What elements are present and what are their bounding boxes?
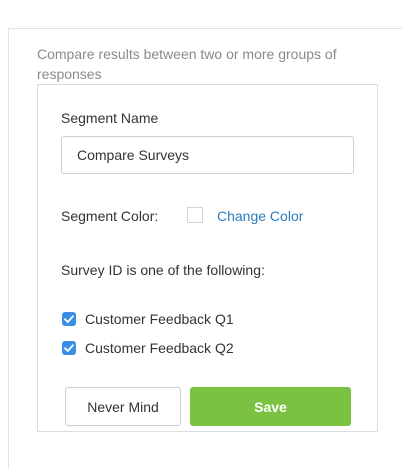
segment-name-input[interactable] [61,136,354,174]
never-mind-button[interactable]: Never Mind [65,387,181,426]
save-button[interactable]: Save [190,387,351,426]
segment-color-label: Segment Color: [61,208,159,224]
survey-filter-label: Survey ID is one of the following: [61,262,265,278]
checkbox-checked-icon[interactable] [62,341,76,355]
survey-option-q2[interactable]: Customer Feedback Q2 [62,340,234,356]
survey-option-q1[interactable]: Customer Feedback Q1 [62,311,234,327]
segment-name-label: Segment Name [61,110,159,126]
survey-option-label: Customer Feedback Q2 [85,340,234,356]
panel-description: Compare results between two or more grou… [37,46,337,82]
segment-color-swatch[interactable] [187,207,203,223]
change-color-link[interactable]: Change Color [217,208,303,224]
checkbox-checked-icon[interactable] [62,312,76,326]
survey-option-label: Customer Feedback Q1 [85,311,234,327]
